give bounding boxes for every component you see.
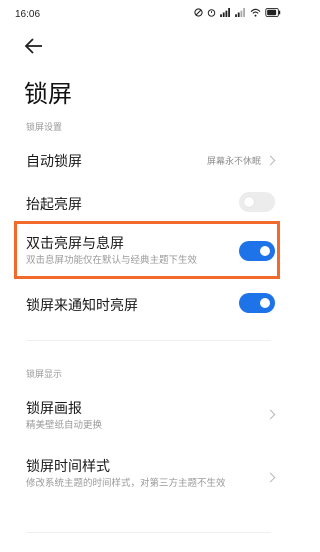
signal-icon	[220, 8, 230, 17]
auto-lock-row[interactable]: 自动锁屏 屏幕永不休眠	[0, 145, 295, 181]
lock-magazine-subtitle: 精美壁纸自动更换	[26, 420, 103, 431]
status-bar: 16:06	[0, 0, 295, 26]
notification-wake-toggle[interactable]	[239, 293, 275, 313]
clock-style-label: 锁屏时间样式	[26, 459, 110, 475]
chevron-right-icon	[265, 155, 276, 166]
back-arrow-icon[interactable]	[24, 37, 44, 55]
section-divider	[26, 340, 271, 341]
signal-2-icon	[235, 8, 245, 17]
clock-style-row[interactable]: 锁屏时间样式 修改系统主题的时间样式，对第三方主题不生效	[0, 452, 295, 512]
battery-icon	[265, 8, 281, 17]
notification-wake-row[interactable]: 锁屏来通知时亮屏	[0, 290, 295, 326]
clock-style-subtitle: 修改系统主题的时间样式，对第三方主题不生效	[26, 478, 226, 489]
auto-lock-label: 自动锁屏	[26, 154, 82, 170]
raise-to-wake-toggle[interactable]	[239, 192, 275, 212]
chevron-right-icon	[265, 472, 276, 483]
toggle-knob	[260, 298, 270, 308]
status-time: 16:06	[15, 9, 41, 20]
lock-magazine-label: 锁屏画报	[26, 401, 82, 417]
wifi-icon	[250, 8, 261, 17]
highlight-box	[14, 221, 280, 279]
alarm-icon	[207, 9, 216, 17]
notification-wake-label: 锁屏来通知时亮屏	[26, 298, 138, 314]
chevron-right-icon	[265, 409, 276, 420]
page-title: 锁屏	[24, 80, 72, 108]
toggle-knob	[244, 197, 254, 207]
raise-to-wake-label: 抬起亮屏	[26, 197, 82, 213]
bottom-divider	[26, 532, 271, 533]
do-not-disturb-icon	[194, 8, 203, 17]
section-label-settings: 锁屏设置	[26, 123, 63, 133]
auto-lock-value: 屏幕永不休眠	[206, 157, 261, 167]
status-icons	[194, 8, 281, 17]
raise-to-wake-row[interactable]: 抬起亮屏	[0, 188, 295, 224]
section-label-display: 锁屏显示	[26, 370, 63, 380]
lock-magazine-row[interactable]: 锁屏画报 精美壁纸自动更换	[0, 394, 295, 438]
